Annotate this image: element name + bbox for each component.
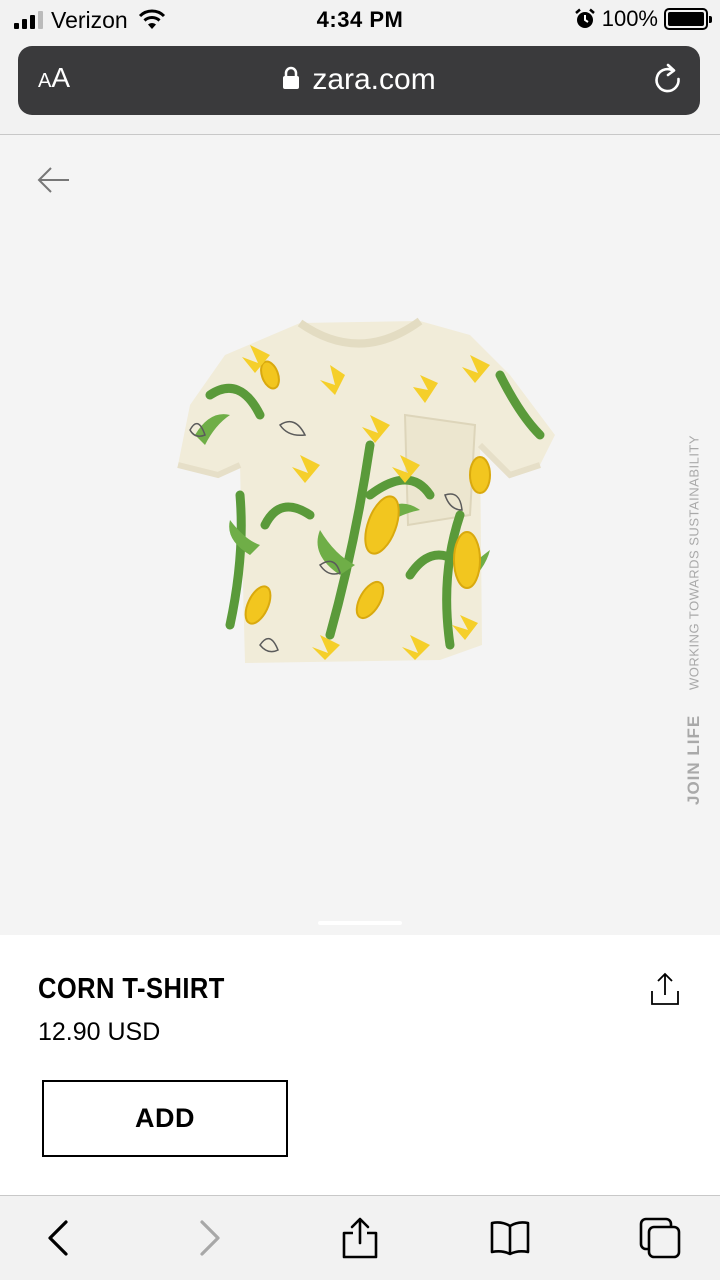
chevron-left-icon[interactable] <box>38 1216 82 1260</box>
address-bar[interactable]: A A zara.com <box>18 46 700 115</box>
url-display[interactable]: zara.com <box>18 63 700 97</box>
share-icon[interactable] <box>648 971 682 1007</box>
lock-icon <box>283 66 300 89</box>
product-image-area[interactable]: WORKING TOWARDS SUSTAINABILITY JOIN LIFE <box>0 135 720 935</box>
add-to-cart-button[interactable]: ADD <box>42 1080 288 1157</box>
battery-percent: 100% <box>601 6 658 31</box>
browser-toolbar <box>0 1195 720 1280</box>
product-name: CORN T-SHIRT <box>38 973 225 1005</box>
share-icon[interactable] <box>338 1216 382 1260</box>
product-image <box>177 317 555 663</box>
arrow-left-icon[interactable] <box>36 165 70 195</box>
tabs-icon[interactable] <box>638 1216 682 1260</box>
product-info-panel: CORN T-SHIRT 12.90 USD ADD <box>0 935 720 1195</box>
product-price: 12.90 USD <box>38 1018 161 1046</box>
carousel-indicator <box>318 921 402 925</box>
sustainability-subtitle: WORKING TOWARDS SUSTAINABILITY <box>686 434 702 690</box>
status-bar: Verizon 4:34 PM 100% <box>0 0 720 40</box>
url-text: zara.com <box>312 63 436 96</box>
status-right: 100% <box>574 6 712 32</box>
chevron-right-icon[interactable] <box>186 1216 230 1260</box>
sustainability-title[interactable]: JOIN LIFE <box>677 705 711 805</box>
alarm-icon <box>574 8 595 28</box>
reload-icon[interactable] <box>650 62 686 98</box>
browser-url-area: A A zara.com <box>0 40 720 135</box>
book-icon[interactable] <box>488 1216 532 1260</box>
battery-icon <box>664 8 712 30</box>
